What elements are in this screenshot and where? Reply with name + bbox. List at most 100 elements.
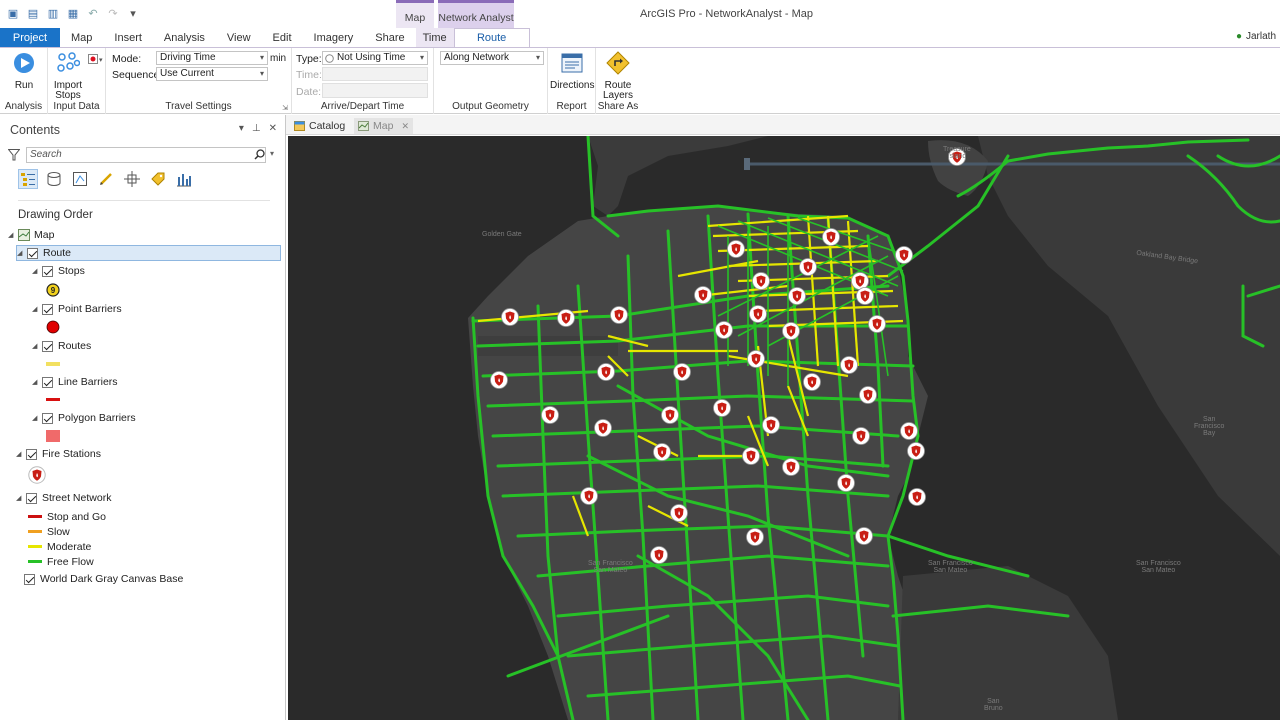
- fire-station-marker[interactable]: [727, 240, 745, 258]
- tab-share[interactable]: Share: [364, 28, 415, 47]
- collapse-icon[interactable]: ◢: [32, 305, 40, 313]
- layer-checkbox-stops[interactable]: [42, 265, 53, 277]
- fire-station-marker[interactable]: [597, 363, 615, 381]
- tab-view[interactable]: View: [216, 28, 262, 47]
- add-feature-icon[interactable]: ▾: [88, 54, 104, 66]
- fire-station-marker[interactable]: [803, 373, 821, 391]
- fire-station-marker[interactable]: [653, 443, 671, 461]
- layer-checkbox-fire-stations[interactable]: [26, 448, 37, 460]
- tab-analysis[interactable]: Analysis: [153, 28, 216, 47]
- labeling-icon[interactable]: [148, 169, 168, 189]
- view-tab-map[interactable]: Map ✕: [354, 118, 413, 134]
- fire-station-marker[interactable]: [580, 487, 598, 505]
- tree-node-routes[interactable]: ◢ Routes: [32, 338, 91, 354]
- collapse-icon[interactable]: ◢: [17, 249, 25, 257]
- fire-station-marker[interactable]: [799, 258, 817, 276]
- directions-button[interactable]: Directions: [550, 51, 594, 91]
- fire-station-marker[interactable]: [557, 309, 575, 327]
- fire-station-marker[interactable]: [650, 546, 668, 564]
- collapse-icon[interactable]: ◢: [32, 414, 40, 422]
- fire-station-marker[interactable]: [713, 399, 731, 417]
- fire-station-marker[interactable]: [868, 315, 886, 333]
- undo-icon[interactable]: ↶: [86, 6, 100, 20]
- editing-icon[interactable]: [96, 169, 116, 189]
- fire-station-marker[interactable]: [840, 356, 858, 374]
- fire-station-marker[interactable]: [851, 272, 869, 290]
- data-source-icon[interactable]: [44, 169, 64, 189]
- fire-station-marker[interactable]: [837, 474, 855, 492]
- tab-route[interactable]: Route: [453, 28, 530, 47]
- tab-project[interactable]: Project: [0, 28, 60, 47]
- layer-checkbox-basemap[interactable]: [24, 573, 35, 585]
- search-dropdown-icon[interactable]: ▾: [270, 149, 274, 158]
- fire-station-marker[interactable]: [762, 416, 780, 434]
- tree-node-line-barriers[interactable]: ◢ Line Barriers: [32, 374, 118, 390]
- view-tab-catalog[interactable]: Catalog: [290, 118, 349, 134]
- fire-station-marker[interactable]: [752, 272, 770, 290]
- fire-station-marker[interactable]: [694, 286, 712, 304]
- fire-station-marker[interactable]: [746, 528, 764, 546]
- fire-station-marker[interactable]: [610, 306, 628, 324]
- filter-icon[interactable]: [8, 149, 20, 161]
- sequence-dropdown[interactable]: Use Current: [156, 67, 268, 81]
- fire-station-marker[interactable]: [490, 371, 508, 389]
- fire-station-marker[interactable]: [822, 228, 840, 246]
- close-tab-icon[interactable]: ✕: [401, 121, 409, 132]
- tree-node-route[interactable]: ◢ Route: [16, 245, 281, 261]
- pin-icon[interactable]: ⊥: [252, 123, 261, 134]
- layer-checkbox-street-network[interactable]: [26, 492, 37, 504]
- route-layers-button[interactable]: Route Layers: [598, 51, 638, 101]
- fire-station-marker[interactable]: [788, 287, 806, 305]
- import-stops-button[interactable]: Import Stops: [50, 51, 86, 101]
- fire-station-marker[interactable]: [501, 308, 519, 326]
- tab-time[interactable]: Time: [415, 28, 454, 47]
- collapse-icon[interactable]: ◢: [32, 378, 40, 386]
- tree-node-stops[interactable]: ◢ Stops: [32, 263, 85, 279]
- fire-station-marker[interactable]: [907, 442, 925, 460]
- pane-menu-icon[interactable]: ▾: [239, 123, 244, 134]
- tree-node-map[interactable]: ◢ Map: [8, 227, 54, 243]
- app-icon[interactable]: ▣: [6, 6, 20, 20]
- fire-station-marker[interactable]: [715, 321, 733, 339]
- collapse-icon[interactable]: ◢: [16, 494, 24, 502]
- layer-checkbox-line-barriers[interactable]: [42, 376, 53, 388]
- fire-station-marker[interactable]: [742, 447, 760, 465]
- tree-node-fire-stations[interactable]: ◢ Fire Stations: [16, 446, 101, 462]
- map-canvas[interactable]: [288, 136, 1280, 720]
- layer-checkbox-routes[interactable]: [42, 340, 53, 352]
- mode-dropdown[interactable]: Driving Time: [156, 51, 268, 65]
- tree-node-polygon-barriers[interactable]: ◢ Polygon Barriers: [32, 410, 136, 426]
- collapse-icon[interactable]: ◢: [16, 450, 24, 458]
- collapse-icon[interactable]: ◢: [32, 342, 40, 350]
- tree-node-basemap[interactable]: World Dark Gray Canvas Base: [24, 571, 183, 587]
- fire-station-marker[interactable]: [749, 305, 767, 323]
- fire-station-marker[interactable]: [661, 406, 679, 424]
- open-icon[interactable]: ▤: [26, 6, 40, 20]
- fire-station-marker[interactable]: [856, 287, 874, 305]
- tab-map[interactable]: Map: [60, 28, 103, 47]
- fire-station-marker[interactable]: [859, 386, 877, 404]
- fire-station-marker[interactable]: [541, 406, 559, 424]
- collapse-icon[interactable]: ◢: [32, 267, 40, 275]
- tree-node-street-network[interactable]: ◢ Street Network: [16, 490, 111, 506]
- fire-station-marker[interactable]: [747, 350, 765, 368]
- fire-station-marker[interactable]: [782, 322, 800, 340]
- tab-edit[interactable]: Edit: [262, 28, 303, 47]
- print-icon[interactable]: ▦: [66, 6, 80, 20]
- collapse-icon[interactable]: ◢: [8, 231, 16, 239]
- output-geometry-dropdown[interactable]: Along Network: [440, 51, 544, 65]
- fire-station-marker[interactable]: [908, 488, 926, 506]
- run-button[interactable]: Run: [8, 51, 40, 91]
- user-account[interactable]: ● Jarlath: [1236, 31, 1276, 42]
- type-dropdown[interactable]: Not Using Time: [322, 51, 428, 65]
- search-input[interactable]: Search: [26, 147, 266, 163]
- drawing-order-icon[interactable]: [18, 169, 38, 189]
- fire-station-marker[interactable]: [895, 246, 913, 264]
- fire-station-marker[interactable]: [594, 419, 612, 437]
- fire-station-marker[interactable]: [673, 363, 691, 381]
- redo-icon[interactable]: ↷: [106, 6, 120, 20]
- layer-checkbox-route[interactable]: [27, 247, 38, 259]
- save-icon[interactable]: ▥: [46, 6, 60, 20]
- charts-icon[interactable]: [174, 169, 194, 189]
- fire-station-marker[interactable]: [855, 527, 873, 545]
